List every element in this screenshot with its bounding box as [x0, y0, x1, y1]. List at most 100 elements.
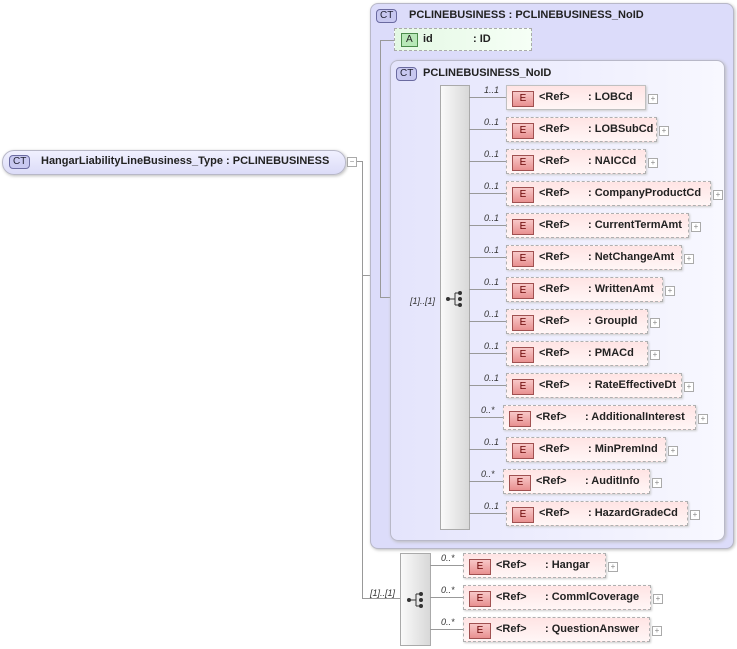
element-node[interactable]: E <Ref>: AdditionalInterest [503, 405, 696, 430]
element-node[interactable]: E <Ref>: AuditInfo [503, 469, 650, 494]
cardinality: 0..1 [484, 277, 500, 287]
element-icon: E [512, 283, 534, 299]
outer-label: PCLINEBUSINESS : PCLINEBUSINESS_NoID [409, 9, 644, 21]
expand-toggle[interactable]: + [648, 158, 658, 168]
attribute-icon: A [401, 33, 418, 47]
element-ref: <Ref> [539, 379, 570, 391]
element-name: : NetChangeAmt [588, 251, 675, 263]
element-icon: E [469, 623, 491, 639]
element-ref: <Ref> [539, 91, 570, 103]
element-node[interactable]: E <Ref>: CompanyProductCd [506, 181, 711, 206]
element-ref: <Ref> [536, 475, 567, 487]
element-ref: <Ref> [539, 155, 570, 167]
element-node[interactable]: E <Ref> : CurrentTermAmt [506, 213, 689, 238]
cardinality: 0..1 [484, 181, 500, 191]
cardinality: 0..1 [484, 437, 500, 447]
element-node[interactable]: E <Ref> : NAICCd [506, 149, 646, 174]
element-name: : GroupId [588, 315, 638, 327]
expand-toggle[interactable]: + [653, 594, 663, 604]
cardinality: 0..1 [484, 213, 500, 223]
element-name: : CommlCoverage [545, 591, 640, 603]
element-icon: E [469, 559, 491, 575]
element-icon: E [512, 315, 534, 331]
complex-type-icon: CT [9, 155, 31, 169]
expand-toggle[interactable]: + [690, 510, 700, 520]
element-node[interactable]: E <Ref>: QuestionAnswer [463, 617, 650, 642]
element-node[interactable]: E <Ref> : CommlCoverage [463, 585, 651, 610]
element-ref: <Ref> [539, 219, 570, 231]
element-node[interactable]: E <Ref> : PMACd [506, 341, 648, 366]
element-node[interactable]: E <Ref> : Hangar [463, 553, 606, 578]
element-name: : Hangar [545, 559, 590, 571]
root-label: HangarLiabilityLineBusiness_Type : PCLIN… [41, 155, 330, 167]
element-icon: E [512, 507, 534, 523]
expand-toggle[interactable]: + [684, 254, 694, 264]
element-icon: E [509, 411, 531, 427]
expand-toggle[interactable]: + [691, 222, 701, 232]
attribute-id[interactable]: A id : ID [394, 28, 532, 51]
expand-toggle[interactable]: + [659, 126, 669, 136]
element-node[interactable]: E <Ref> : GroupId [506, 309, 648, 334]
element-icon: E [512, 123, 534, 139]
element-name: : CompanyProductCd [588, 187, 702, 199]
element-icon: E [512, 155, 534, 171]
element-name: : PMACd [588, 347, 634, 359]
sequence-icon [446, 291, 462, 307]
element-name: : LOBCd [588, 91, 633, 103]
cardinality: 0..* [441, 585, 455, 595]
element-icon: E [512, 347, 534, 363]
expand-toggle[interactable]: + [665, 286, 675, 296]
expand-toggle[interactable]: + [652, 626, 662, 636]
element-name: : MinPremInd [588, 443, 658, 455]
element-name: : LOBSubCd [588, 123, 654, 135]
element-ref: <Ref> [539, 347, 570, 359]
element-node[interactable]: E <Ref> : LOBSubCd [506, 117, 657, 142]
root-type-node[interactable]: CT HangarLiabilityLineBusiness_Type : PC… [2, 150, 346, 175]
expand-toggle[interactable]: + [650, 350, 660, 360]
expand-toggle[interactable]: + [648, 94, 658, 104]
element-icon: E [469, 591, 491, 607]
sequence-cardinality: [1]..[1] [370, 588, 396, 598]
element-node[interactable]: E <Ref> : LOBCd [506, 85, 646, 110]
expand-toggle[interactable]: + [652, 478, 662, 488]
inner-label: PCLINEBUSINESS_NoID [423, 67, 552, 79]
element-icon: E [512, 91, 534, 107]
cardinality: 0..1 [484, 117, 500, 127]
expand-toggle[interactable]: + [608, 562, 618, 572]
collapse-toggle[interactable]: − [347, 157, 357, 167]
cardinality: 0..1 [484, 373, 500, 383]
element-name: : RateEffectiveDt [588, 379, 677, 391]
element-node[interactable]: E <Ref>: NetChangeAmt [506, 245, 682, 270]
attribute-type: : ID [473, 33, 491, 45]
element-ref: <Ref> [539, 315, 570, 327]
element-ref: <Ref> [539, 123, 570, 135]
expand-toggle[interactable]: + [713, 190, 723, 200]
attribute-name: id [423, 33, 433, 45]
element-ref: <Ref> [496, 591, 527, 603]
expand-toggle[interactable]: + [650, 318, 660, 328]
element-ref: <Ref> [536, 411, 567, 423]
element-icon: E [512, 379, 534, 395]
element-name: : CurrentTermAmt [588, 219, 682, 231]
element-ref: <Ref> [496, 623, 527, 635]
cardinality: 0..1 [484, 149, 500, 159]
element-node[interactable]: E <Ref> : RateEffectiveDt [506, 373, 682, 398]
element-ref: <Ref> [539, 283, 570, 295]
element-icon: E [512, 251, 534, 267]
expand-toggle[interactable]: + [668, 446, 678, 456]
cardinality: 0..1 [484, 501, 500, 511]
expand-toggle[interactable]: + [684, 382, 694, 392]
element-node[interactable]: E <Ref>: WrittenAmt [506, 277, 663, 302]
cardinality: 0..* [481, 405, 495, 415]
element-node[interactable]: E <Ref>: HazardGradeCd [506, 501, 688, 526]
cardinality: 0..* [481, 469, 495, 479]
element-ref: <Ref> [496, 559, 527, 571]
cardinality: 0..* [441, 617, 455, 627]
expand-toggle[interactable]: + [698, 414, 708, 424]
element-node[interactable]: E <Ref>: MinPremInd [506, 437, 666, 462]
element-icon: E [512, 219, 534, 235]
element-ref: <Ref> [539, 187, 570, 199]
cardinality: 1..1 [484, 85, 500, 95]
element-name: : NAICCd [588, 155, 637, 167]
complex-type-icon: CT [376, 9, 398, 23]
